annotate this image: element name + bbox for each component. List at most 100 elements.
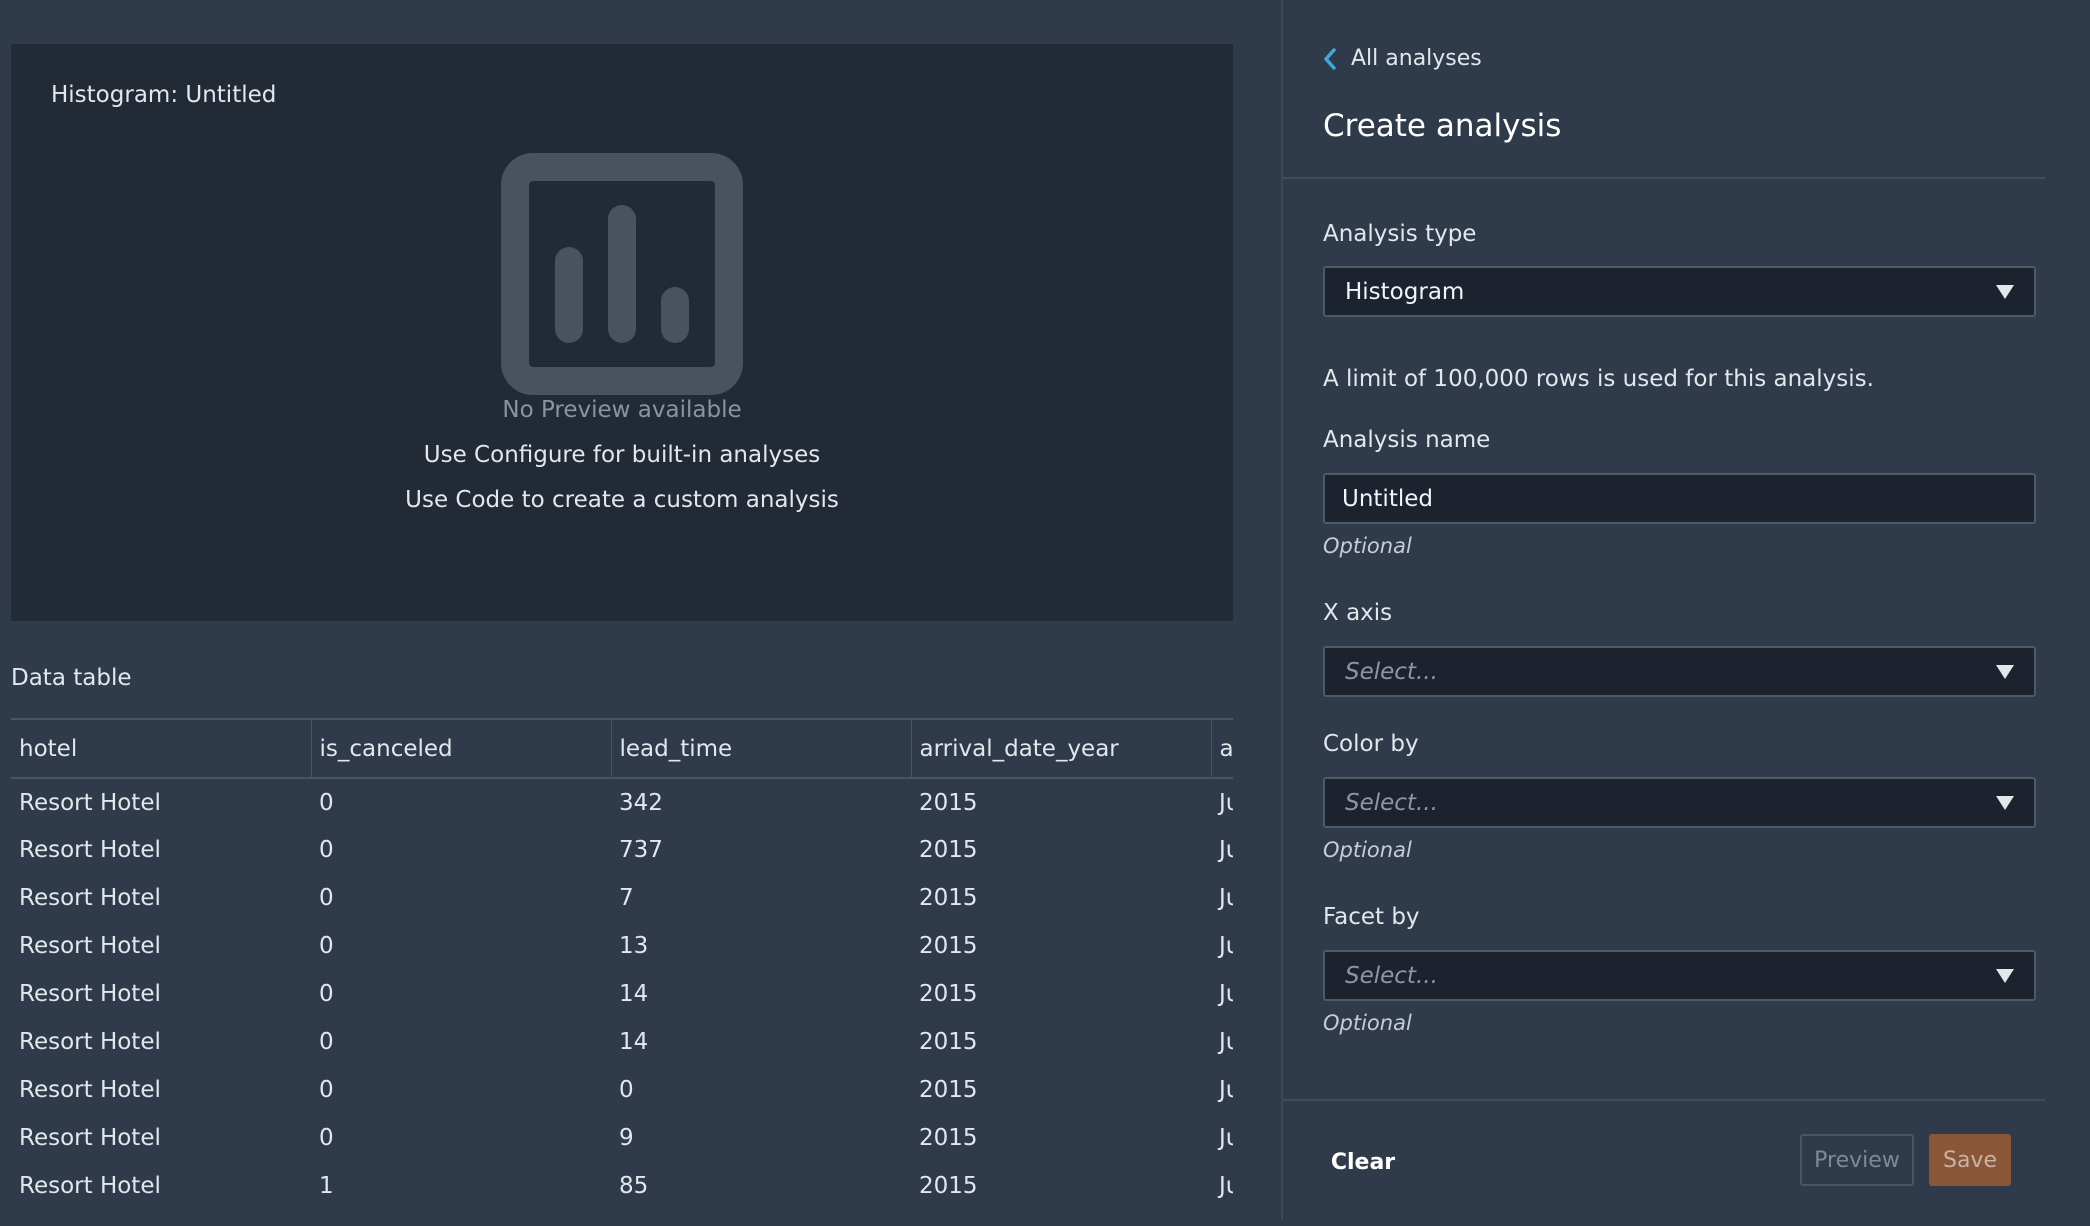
dropdown-caret-icon	[1996, 968, 2014, 983]
column-header-is-canceled[interactable]: is_canceled	[311, 718, 612, 779]
clear-button[interactable]: Clear	[1323, 1136, 1403, 1188]
x-axis-label: X axis	[1323, 600, 1393, 626]
table-cell: 2015	[919, 837, 978, 863]
analysis-name-label: Analysis name	[1323, 427, 1491, 453]
table-row[interactable]: Resort Hotel 0 14 2015 Ju	[11, 970, 1233, 1018]
save-button[interactable]: Save	[1929, 1134, 2011, 1186]
bar-chart-placeholder-icon	[501, 153, 743, 395]
table-cell: 0	[319, 1125, 334, 1151]
x-axis-select[interactable]: Select...	[1323, 646, 2036, 697]
table-cell: 0	[319, 1029, 334, 1055]
table-cell: 0	[619, 1077, 634, 1103]
create-analysis-panel: All analyses Create analysis Analysis ty…	[1281, 0, 2090, 1220]
preview-button[interactable]: Preview	[1800, 1134, 1914, 1186]
app-window: Histogram: Untitled No Preview available…	[0, 0, 2090, 1226]
table-row[interactable]: Resort Hotel 0 737 2015 Ju	[11, 826, 1233, 874]
dropdown-caret-icon	[1996, 664, 2014, 679]
table-cell: Ju	[1219, 1077, 1233, 1103]
facet-by-select[interactable]: Select...	[1323, 950, 2036, 1001]
table-cell: 2015	[919, 1173, 978, 1199]
table-cell: 2015	[919, 789, 978, 816]
table-row[interactable]: Resort Hotel 0 7 2015 Ju	[11, 874, 1233, 922]
table-cell: 13	[619, 933, 649, 959]
dropdown-caret-icon	[1996, 284, 2014, 299]
table-cell: 85	[619, 1173, 649, 1199]
data-table[interactable]: hotel is_canceled lead_time arrival_date…	[11, 718, 1233, 1214]
table-cell: 342	[619, 789, 663, 816]
analysis-name-value: Untitled	[1342, 485, 1433, 512]
table-cell: Ju	[1219, 1173, 1233, 1199]
analysis-name-optional: Optional	[1323, 534, 1412, 558]
table-cell: Resort Hotel	[19, 789, 161, 816]
table-cell: Resort Hotel	[19, 1029, 161, 1055]
column-header-truncated[interactable]: a	[1211, 718, 1233, 779]
color-by-select[interactable]: Select...	[1323, 777, 2036, 828]
table-row[interactable]: Resort Hotel 0 342 2015 Ju	[11, 778, 1233, 826]
table-cell: 0	[319, 837, 334, 863]
table-body: Resort Hotel 0 342 2015 Ju Resort Hotel 0 737 20…	[11, 778, 1233, 1210]
table-cell: 2015	[919, 885, 978, 911]
color-by-optional: Optional	[1323, 838, 1412, 862]
table-cell: Resort Hotel	[19, 885, 161, 911]
panel-title: Create analysis	[1323, 108, 1562, 144]
table-cell: 7	[619, 885, 634, 911]
no-preview-text: No Preview available	[502, 397, 742, 423]
all-analyses-label: All analyses	[1351, 46, 1482, 71]
row-limit-note: A limit of 100,000 rows is used for this…	[1323, 366, 1874, 392]
table-cell: Resort Hotel	[19, 981, 161, 1007]
table-cell: 0	[319, 981, 334, 1007]
table-cell: Ju	[1219, 981, 1233, 1007]
table-cell: Ju	[1219, 933, 1233, 959]
table-cell: Resort Hotel	[19, 1173, 161, 1199]
color-by-label: Color by	[1323, 731, 1419, 757]
table-row[interactable]: Resort Hotel 0 0 2015 Ju	[11, 1066, 1233, 1114]
table-header-row: hotel is_canceled lead_time arrival_date…	[11, 718, 1233, 779]
analysis-type-select[interactable]: Histogram	[1323, 266, 2036, 317]
analysis-type-value: Histogram	[1345, 278, 1465, 305]
table-cell: 2015	[919, 1029, 978, 1055]
chevron-left-icon	[1324, 47, 1336, 70]
table-cell: 0	[319, 1077, 334, 1103]
table-cell: Ju	[1219, 1029, 1233, 1055]
table-cell: Resort Hotel	[19, 1125, 161, 1151]
data-table-title: Data table	[11, 665, 132, 691]
preview-title: Histogram: Untitled	[51, 82, 277, 108]
facet-by-optional: Optional	[1323, 1011, 1412, 1035]
analysis-name-input[interactable]: Untitled	[1323, 473, 2036, 524]
table-cell: Ju	[1219, 789, 1233, 816]
table-cell: Ju	[1219, 837, 1233, 863]
column-header-arrival-date-year[interactable]: arrival_date_year	[911, 718, 1212, 779]
table-cell: 2015	[919, 933, 978, 959]
configure-hint: Use Configure for built-in analyses	[423, 442, 821, 468]
table-cell: Ju	[1219, 1125, 1233, 1151]
column-header-hotel[interactable]: hotel	[11, 718, 312, 779]
table-cell: 9	[619, 1125, 634, 1151]
analysis-type-label: Analysis type	[1323, 221, 1477, 247]
table-cell: 1	[319, 1173, 334, 1199]
color-by-placeholder: Select...	[1345, 789, 1438, 816]
table-row[interactable]: Resort Hotel 0 9 2015 Ju	[11, 1114, 1233, 1162]
table-row[interactable]: Resort Hotel 1 85 2015 Ju	[11, 1162, 1233, 1210]
table-cell: Resort Hotel	[19, 933, 161, 959]
dropdown-caret-icon	[1996, 795, 2014, 810]
table-cell: 0	[319, 885, 334, 911]
table-cell: Ju	[1219, 885, 1233, 911]
table-cell: Resort Hotel	[19, 1077, 161, 1103]
table-cell: 14	[619, 981, 649, 1007]
table-cell: 2015	[919, 1077, 978, 1103]
divider	[1283, 1099, 2045, 1101]
table-cell: 2015	[919, 1125, 978, 1151]
table-row[interactable]: Resort Hotel 0 13 2015 Ju	[11, 922, 1233, 970]
table-cell: Resort Hotel	[19, 837, 161, 863]
code-hint: Use Code to create a custom analysis	[405, 487, 839, 513]
facet-by-placeholder: Select...	[1345, 962, 1438, 989]
table-cell: 0	[319, 933, 334, 959]
table-row[interactable]: Resort Hotel 0 14 2015 Ju	[11, 1018, 1233, 1066]
x-axis-placeholder: Select...	[1345, 658, 1438, 685]
all-analyses-link[interactable]: All analyses	[1323, 46, 1482, 71]
column-header-lead-time[interactable]: lead_time	[611, 718, 912, 779]
table-cell: 2015	[919, 981, 978, 1007]
table-cell: 737	[619, 837, 663, 863]
divider	[1283, 177, 2045, 179]
preview-card: Histogram: Untitled No Preview available…	[11, 44, 1233, 621]
